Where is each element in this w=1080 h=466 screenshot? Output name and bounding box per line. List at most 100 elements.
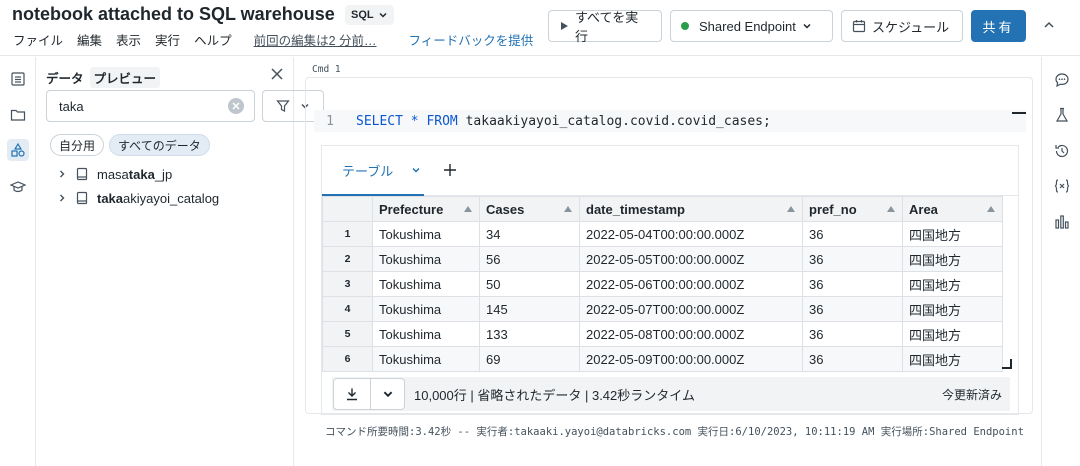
- data-panel: データ プレビュー 自分用 すべてのデータ masataka_jp takaak…: [37, 57, 324, 466]
- column-header-area[interactable]: Area: [902, 196, 1003, 222]
- download-button[interactable]: [334, 379, 370, 409]
- table-cell: 56: [479, 246, 580, 272]
- history-icon[interactable]: [1054, 143, 1070, 159]
- table-cell: 2022-05-08T00:00:00.000Z: [579, 321, 803, 347]
- chevron-up-icon[interactable]: [1042, 18, 1056, 32]
- menu-run[interactable]: 実行: [155, 30, 180, 49]
- row-number: 3: [322, 271, 373, 297]
- column-header-prefecture[interactable]: Prefecture: [372, 196, 480, 222]
- comment-icon[interactable]: [1054, 72, 1070, 88]
- data-shapes-icon[interactable]: [7, 139, 29, 161]
- table-cell: Tokushima: [372, 246, 480, 272]
- catalog-name: masataka_jp: [97, 166, 173, 182]
- table-cell: 四国地方: [902, 221, 1003, 247]
- folder-icon[interactable]: [7, 104, 29, 126]
- menu-help[interactable]: ヘルプ: [194, 30, 232, 49]
- chevron-right-icon[interactable]: [57, 169, 67, 179]
- row-number-header: [322, 196, 373, 222]
- catalog-icon: [76, 191, 88, 205]
- table-row[interactable]: 5 Tokushima 133 2022-05-08T00:00:00.000Z 36 四…: [322, 321, 1003, 347]
- menu-view[interactable]: 表示: [116, 30, 141, 49]
- preview-badge: プレビュー: [89, 67, 161, 88]
- table-row[interactable]: 6 Tokushima 69 2022-05-09T00:00:00.000Z 36 四国…: [322, 346, 1003, 372]
- add-visualization-icon[interactable]: [442, 162, 458, 178]
- chevron-down-icon: [803, 23, 811, 29]
- chip-all-data[interactable]: すべてのデータ: [109, 134, 210, 156]
- feedback-link[interactable]: フィードバックを提供: [409, 30, 534, 49]
- last-edit-link[interactable]: 前回の編集は2 分前…: [254, 30, 377, 49]
- experiment-flask-icon[interactable]: [1054, 107, 1070, 123]
- table-cell: 2022-05-09T00:00:00.000Z: [579, 346, 803, 372]
- catalog-item-takaakiyayoi-catalog[interactable]: takaakiyayoi_catalog: [57, 188, 219, 208]
- table-cell: 四国地方: [902, 246, 1003, 272]
- table-cell: 36: [802, 221, 903, 247]
- table-of-contents-icon[interactable]: [7, 68, 29, 90]
- table-cell: 36: [802, 346, 903, 372]
- run-all-button[interactable]: すべてを実行: [548, 10, 662, 44]
- data-search-input[interactable]: [46, 90, 255, 122]
- results-footer: 10,000行 | 省略されたデータ | 3.42秒ランタイム 今更新済み: [332, 377, 1010, 411]
- table-cell: 133: [479, 321, 580, 347]
- command-execution-info: コマンド所要時間:3.42秒 -- 実行者:takaaki.yayoi@data…: [325, 426, 1024, 438]
- tab-table[interactable]: テーブル: [322, 146, 424, 196]
- table-cell: 2022-05-06T00:00:00.000Z: [579, 271, 803, 297]
- cell-minimize-handle[interactable]: [1012, 112, 1026, 114]
- table-cell: 69: [479, 346, 580, 372]
- catalog-item-masataka-jp[interactable]: masataka_jp: [57, 164, 172, 184]
- menu-file[interactable]: ファイル: [13, 30, 63, 49]
- play-icon: [560, 22, 568, 30]
- notebook-title[interactable]: notebook attached to SQL warehouse: [12, 4, 335, 25]
- chevron-down-icon[interactable]: [411, 165, 421, 175]
- row-number: 6: [322, 346, 373, 372]
- line-number: 1: [326, 113, 334, 129]
- sort-icon[interactable]: [563, 205, 573, 213]
- table-cell: 36: [802, 271, 903, 297]
- clear-search-icon[interactable]: [228, 98, 244, 114]
- table-cell: 四国地方: [902, 271, 1003, 297]
- sort-icon[interactable]: [886, 205, 896, 213]
- table-cell: 2022-05-07T00:00:00.000Z: [579, 296, 803, 322]
- chip-mine[interactable]: 自分用: [50, 134, 105, 156]
- download-options-button[interactable]: [370, 379, 404, 409]
- table-row[interactable]: 2 Tokushima 56 2022-05-05T00:00:00.000Z 36 四国…: [322, 246, 1003, 272]
- sort-icon[interactable]: [986, 205, 996, 213]
- table-cell: Tokushima: [372, 271, 480, 297]
- sort-icon[interactable]: [786, 205, 796, 213]
- table-cell: 四国地方: [902, 321, 1003, 347]
- tab-table-label: テーブル: [342, 163, 394, 179]
- table-row[interactable]: 3 Tokushima 50 2022-05-06T00:00:00.000Z 36 四国…: [322, 271, 1003, 297]
- schedule-label: スケジュール: [872, 19, 950, 35]
- refresh-status: 今更新済み: [941, 387, 1002, 402]
- graduation-cap-icon[interactable]: [7, 176, 29, 198]
- menu-edit[interactable]: 編集: [77, 30, 102, 49]
- schedule-button[interactable]: スケジュール: [841, 10, 963, 42]
- resize-handle[interactable]: [1002, 359, 1012, 369]
- chevron-right-icon[interactable]: [57, 193, 67, 203]
- sort-icon[interactable]: [463, 205, 473, 213]
- table-cell: Tokushima: [372, 346, 480, 372]
- table-row[interactable]: 4 Tokushima 145 2022-05-07T00:00:00.000Z 36 四…: [322, 296, 1003, 322]
- column-header-cases[interactable]: Cases: [479, 196, 580, 222]
- row-number: 1: [322, 221, 373, 247]
- share-button[interactable]: 共有: [971, 10, 1026, 42]
- catalog-name: takaakiyayoi_catalog: [97, 190, 220, 206]
- results-panel: テーブル Prefecture Cases date_timestamp pre…: [321, 145, 1019, 415]
- table-cell: Tokushima: [372, 296, 480, 322]
- endpoint-selector[interactable]: Shared Endpoint: [670, 10, 833, 42]
- table-cell: Tokushima: [372, 321, 480, 347]
- language-selector[interactable]: SQL: [345, 5, 394, 25]
- download-controls: [333, 378, 405, 410]
- table-row[interactable]: 1 Tokushima 34 2022-05-04T00:00:00.000Z 36 四国…: [322, 221, 1003, 247]
- code-text: SELECT * FROM takaakiyayoi_catalog.covid…: [356, 113, 771, 129]
- code-editor-line[interactable]: 1 SELECT * FROM takaakiyayoi_catalog.cov…: [314, 110, 1026, 132]
- language-label: SQL: [351, 9, 374, 21]
- bar-chart-icon[interactable]: [1054, 214, 1070, 230]
- chevron-down-icon: [383, 391, 392, 398]
- results-table: Prefecture Cases date_timestamp pref_no …: [322, 196, 1003, 372]
- column-header-date-timestamp[interactable]: date_timestamp: [579, 196, 803, 222]
- close-icon[interactable]: [270, 67, 284, 81]
- variables-icon[interactable]: [1054, 178, 1070, 194]
- status-running-icon: [681, 22, 689, 30]
- left-rail: [0, 57, 36, 466]
- column-header-pref-no[interactable]: pref_no: [802, 196, 903, 222]
